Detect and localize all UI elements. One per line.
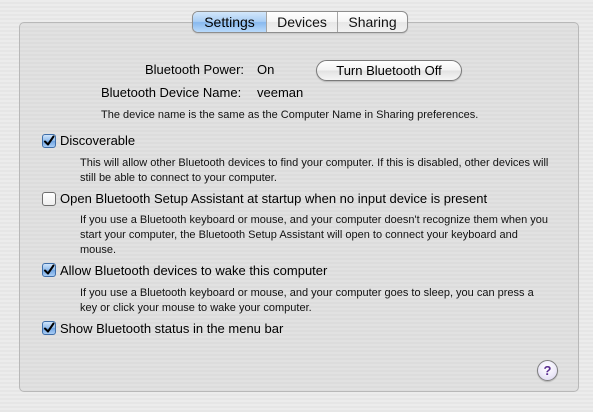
help-icon: ? xyxy=(543,363,552,378)
bluetooth-power-label: Bluetooth Power: xyxy=(145,62,245,77)
tab-sharing[interactable]: Sharing xyxy=(337,12,407,32)
discoverable-checkbox[interactable] xyxy=(42,134,56,148)
setup-assistant-description: If you use a Bluetooth keyboard or mouse… xyxy=(80,214,549,256)
wake-computer-description: If you use a Bluetooth keyboard or mouse… xyxy=(80,287,534,314)
tab-bar: Settings Devices Sharing xyxy=(192,11,408,33)
bluetooth-device-name-label: Bluetooth Device Name: xyxy=(101,85,242,100)
checkmark-icon xyxy=(44,135,55,146)
turn-bluetooth-off-button[interactable]: Turn Bluetooth Off xyxy=(316,60,462,81)
bluetooth-power-value: On xyxy=(257,62,275,77)
menu-bar-status-checkbox[interactable] xyxy=(42,321,56,335)
wake-computer-checkbox[interactable] xyxy=(42,263,56,277)
help-button[interactable]: ? xyxy=(537,360,558,381)
menu-bar-status-label[interactable]: Show Bluetooth status in the menu bar xyxy=(60,321,283,337)
discoverable-label[interactable]: Discoverable xyxy=(60,133,135,149)
bluetooth-device-name-value: veeman xyxy=(257,85,304,100)
tab-devices[interactable]: Devices xyxy=(266,12,337,32)
checkmark-icon xyxy=(44,264,55,275)
tab-settings[interactable]: Settings xyxy=(193,12,266,32)
checkmark-icon xyxy=(44,322,55,333)
discoverable-description: This will allow other Bluetooth devices … xyxy=(80,157,549,184)
device-name-note: The device name is the same as the Compu… xyxy=(101,109,479,121)
setup-assistant-checkbox[interactable] xyxy=(42,192,56,206)
setup-assistant-label[interactable]: Open Bluetooth Setup Assistant at startu… xyxy=(60,191,487,207)
wake-computer-label[interactable]: Allow Bluetooth devices to wake this com… xyxy=(60,263,327,279)
